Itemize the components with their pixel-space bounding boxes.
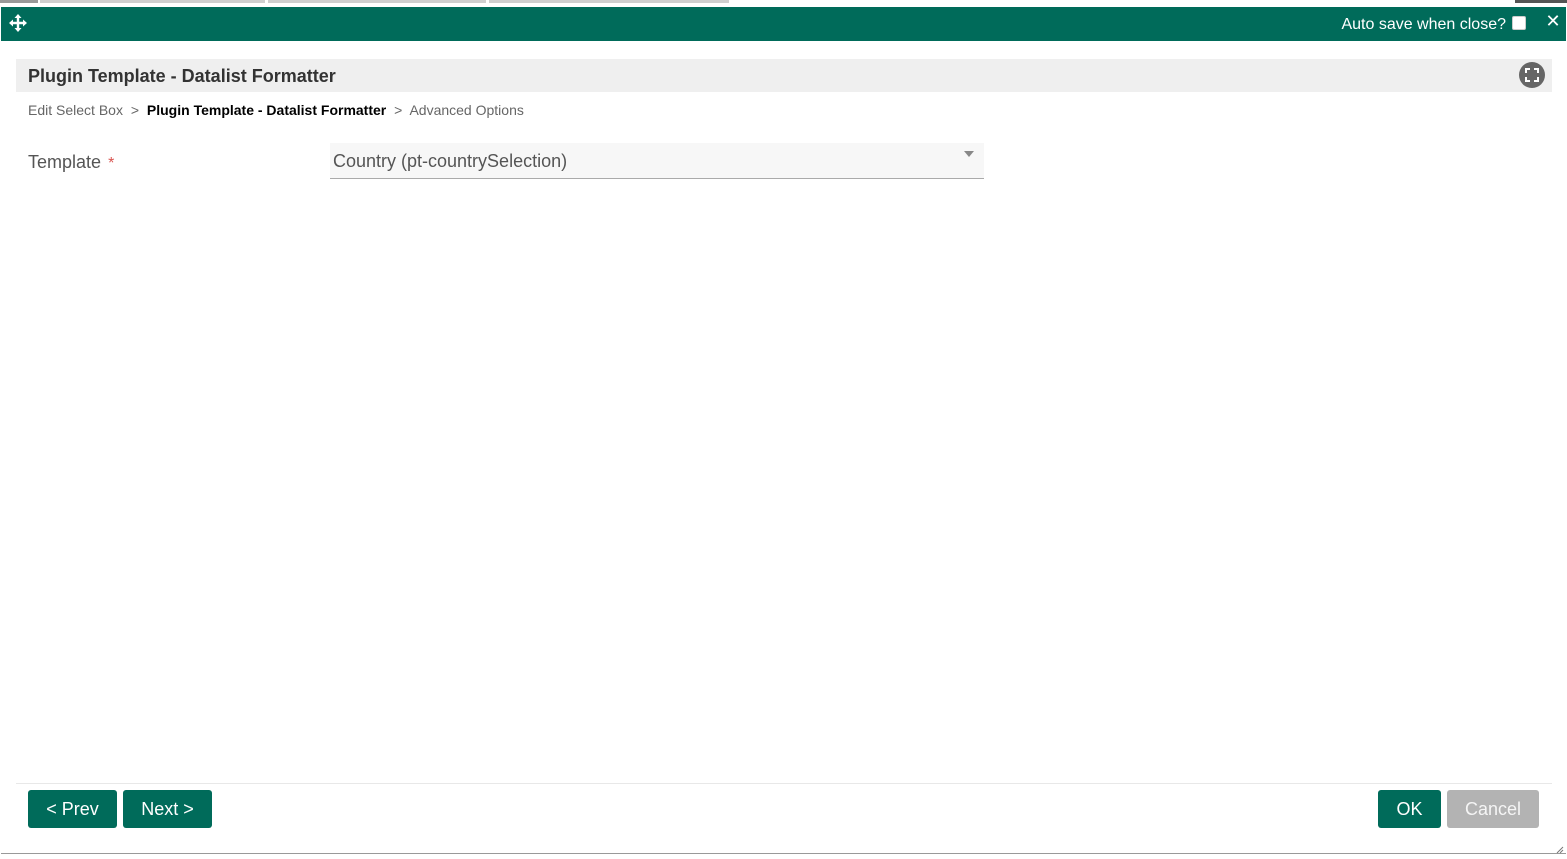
top-strip-segment bbox=[0, 0, 38, 3]
ok-button[interactable]: OK bbox=[1378, 790, 1441, 828]
top-strip bbox=[0, 0, 1567, 7]
move-icon[interactable] bbox=[9, 14, 27, 32]
prev-button[interactable]: < Prev bbox=[28, 790, 117, 828]
breadcrumb-item-edit-select-box[interactable]: Edit Select Box bbox=[28, 102, 123, 118]
template-select[interactable]: Country (pt-countrySelection) bbox=[330, 143, 984, 179]
top-strip-segment bbox=[1515, 0, 1567, 3]
breadcrumb-item-advanced-options[interactable]: Advanced Options bbox=[409, 102, 523, 118]
chevron-down-icon bbox=[964, 151, 974, 157]
resize-grip-icon[interactable] bbox=[1554, 841, 1564, 854]
close-icon[interactable]: ✕ bbox=[1545, 12, 1561, 30]
template-select-value: Country (pt-countrySelection) bbox=[333, 151, 568, 171]
autosave-toggle[interactable]: Auto save when close? bbox=[1341, 15, 1526, 35]
breadcrumb-item-current: Plugin Template - Datalist Formatter bbox=[146, 102, 387, 118]
top-strip-segment bbox=[489, 0, 729, 3]
fullscreen-icon[interactable] bbox=[1519, 62, 1545, 88]
autosave-checkbox[interactable] bbox=[1512, 16, 1526, 30]
breadcrumb-separator: > bbox=[394, 102, 403, 118]
page-title: Plugin Template - Datalist Formatter bbox=[28, 66, 336, 86]
autosave-label: Auto save when close? bbox=[1341, 16, 1506, 33]
cancel-button[interactable]: Cancel bbox=[1447, 790, 1539, 828]
top-strip-segment bbox=[40, 0, 265, 3]
breadcrumb: Edit Select Box > Plugin Template - Data… bbox=[28, 102, 524, 118]
footer-divider bbox=[16, 783, 1552, 784]
template-field-label: Template * bbox=[28, 152, 114, 173]
next-button[interactable]: Next > bbox=[123, 790, 212, 828]
page-header: Plugin Template - Datalist Formatter bbox=[16, 59, 1552, 92]
dialog-window: Auto save when close? ✕ Plugin Template … bbox=[1, 7, 1566, 854]
dialog-titlebar[interactable]: Auto save when close? ✕ bbox=[1, 7, 1566, 41]
top-strip-segment bbox=[268, 0, 486, 3]
template-label-text: Template bbox=[28, 152, 102, 172]
required-marker: * bbox=[108, 155, 115, 172]
breadcrumb-separator: > bbox=[130, 102, 140, 118]
